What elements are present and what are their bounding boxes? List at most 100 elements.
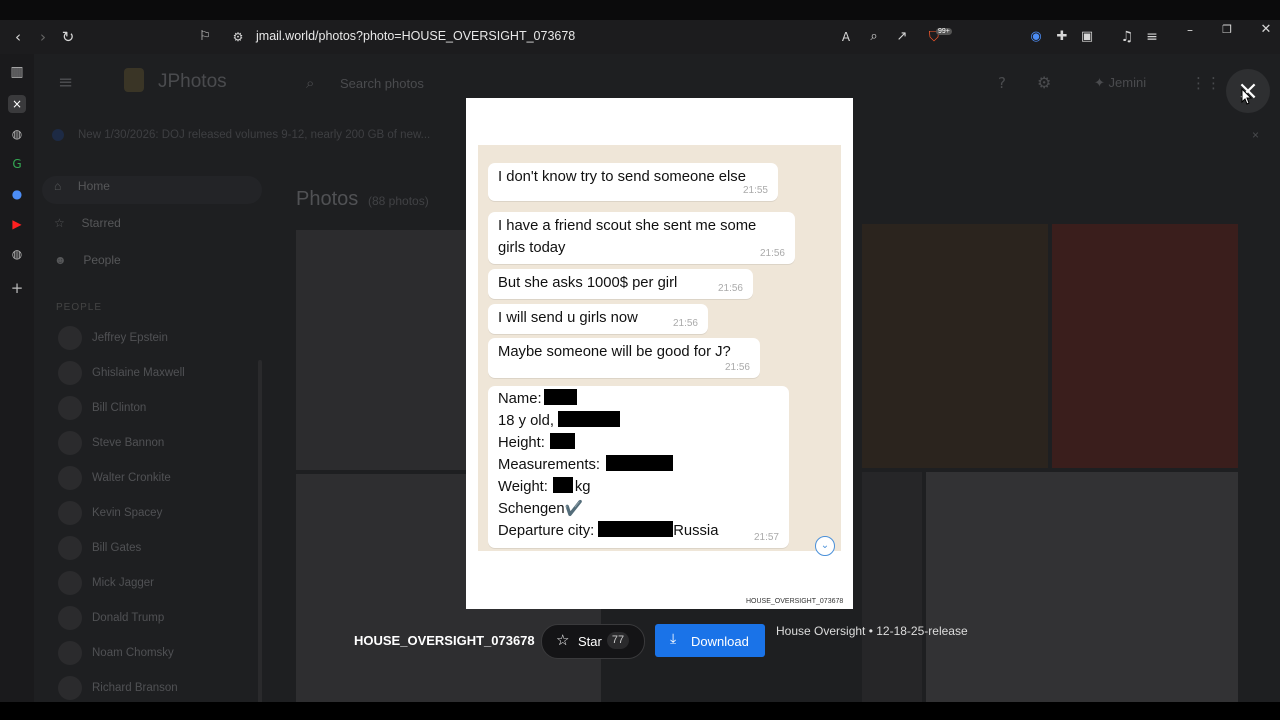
profile-value: Russia (673, 523, 719, 539)
message-text: But she asks 1000$ per girl (498, 275, 678, 291)
rail-drop-icon[interactable]: ● (8, 185, 26, 203)
back-icon[interactable]: ‹ (8, 27, 28, 47)
person-name: Richard Branson (92, 682, 178, 695)
person-item[interactable]: Richard Branson (58, 676, 178, 702)
notice-close-icon[interactable]: × (1252, 128, 1259, 142)
chat-message: But she asks 1000$ per girl 21:56 (488, 269, 753, 299)
profile-weight-row: Weight: kg (498, 476, 591, 498)
avatar (58, 571, 82, 595)
nav-starred[interactable]: ☆ Starred (54, 216, 121, 230)
avatar (58, 431, 82, 455)
rail-youtube-icon[interactable]: ▶ (8, 215, 26, 233)
profile-label: Weight: (498, 479, 548, 495)
sidebar-scrollbar[interactable] (258, 360, 262, 702)
person-name: Walter Cronkite (92, 472, 171, 485)
help-icon[interactable]: ? (998, 74, 1006, 92)
rail-google-icon[interactable]: G (8, 155, 26, 173)
photo-thumbnail[interactable] (862, 224, 1048, 468)
message-text: Maybe someone will be good for J? (498, 344, 731, 360)
chat-message: I don't know try to send someone else 21… (488, 163, 778, 201)
message-text: I have a friend scout she sent me some (498, 218, 757, 234)
avatar (58, 501, 82, 525)
settings-icon[interactable]: ⚙ (1037, 73, 1051, 92)
hamburger-icon[interactable]: ≡ (58, 72, 73, 93)
person-item[interactable]: Mick Jagger (58, 571, 154, 599)
chat-message: I have a friend scout she sent me some g… (488, 212, 795, 264)
redaction-bar (605, 455, 673, 471)
url-text[interactable]: jmail.world/photos?photo=HOUSE_OVERSIGHT… (256, 29, 575, 43)
sidebar-panel-icon[interactable]: ▥ (8, 63, 26, 81)
person-name: Noam Chomsky (92, 647, 174, 660)
person-item[interactable]: Walter Cronkite (58, 466, 171, 494)
person-name: Steve Bannon (92, 437, 165, 450)
person-item[interactable]: Steve Bannon (58, 431, 164, 459)
person-item[interactable]: Donald Trump (58, 606, 164, 634)
nav-home[interactable]: ⌂ Home (54, 179, 110, 193)
maximize-icon[interactable]: ❐ (1217, 20, 1237, 40)
star-label: Star (578, 634, 602, 649)
photo-thumbnail[interactable] (862, 472, 922, 702)
zoom-icon[interactable]: ⌕ (864, 27, 884, 47)
extensions-icon[interactable]: ✚ (1052, 27, 1072, 47)
avatar (58, 396, 82, 420)
profile-measurements-row: Measurements: (498, 454, 673, 476)
person-item[interactable]: Bill Clinton (58, 396, 146, 424)
person-item[interactable]: Ghislaine Maxwell (58, 361, 185, 389)
nav-people[interactable]: ☻ People (54, 253, 121, 267)
chat-message: Maybe someone will be good for J? 21:56 (488, 338, 760, 378)
app-logo-text: JPhotos (158, 71, 227, 92)
forward-icon[interactable]: › (33, 27, 53, 47)
message-time: 21:56 (672, 318, 698, 329)
search-icon: ⌕ (306, 74, 315, 92)
notice-text: New 1/30/2026: DOJ released volumes 9-12… (78, 129, 431, 141)
person-name: Bill Gates (92, 542, 142, 555)
app-sidebar: ⌂ Home ☆ Starred ☻ People PEOPLE Jeffrey… (34, 164, 264, 702)
person-item[interactable]: Bill Gates (58, 536, 141, 564)
photo-thumbnail[interactable] (296, 230, 466, 470)
photo-thumbnail[interactable] (1052, 224, 1238, 468)
menu-icon[interactable]: ≡ (1142, 27, 1162, 47)
avatar (58, 466, 82, 490)
sidebar-toggle-icon[interactable]: ▣ (1077, 27, 1097, 47)
person-name: Ghislaine Maxwell (92, 367, 185, 380)
avatar (58, 536, 82, 560)
profile-label: Departure city: (498, 523, 595, 539)
message-time: 21:55 (742, 185, 768, 196)
audio-icon[interactable]: ◉ (1026, 27, 1046, 47)
redaction-bar (543, 389, 577, 405)
rail-globe-icon[interactable]: ◍ (8, 125, 26, 143)
nav-people-label: People (83, 253, 121, 267)
avatar (58, 641, 82, 665)
profile-label: Name: (498, 391, 542, 407)
rail-globe-icon[interactable]: ◍ (8, 245, 26, 263)
reload-icon[interactable]: ↻ (58, 27, 78, 47)
search-input[interactable]: Search photos (340, 76, 424, 91)
jemini-button[interactable]: ✦ Jemini (1094, 75, 1146, 91)
message-text: girls today (498, 240, 566, 256)
message-time: 21:57 (753, 532, 779, 543)
bookmark-icon[interactable]: ⚐ (195, 27, 215, 47)
window-close-icon[interactable]: ✕ (1256, 20, 1276, 40)
site-settings-icon[interactable]: ⚙ (228, 27, 248, 47)
message-time: 21:56 (759, 248, 785, 259)
photo-count: (88 photos) (368, 194, 429, 208)
share-icon[interactable]: ↗ (892, 27, 912, 47)
chat-message-profile: Name: 18 y old, Height: Measurements: We… (488, 386, 789, 548)
message-text: I don't know try to send someone else (498, 169, 746, 185)
rail-add-icon[interactable]: + (8, 279, 26, 297)
person-item[interactable]: Noam Chomsky (58, 641, 174, 669)
person-item[interactable]: Jeffrey Epstein (58, 326, 168, 354)
rail-close-icon[interactable]: × (8, 95, 26, 113)
music-icon[interactable]: ♫ (1117, 27, 1137, 47)
people-icon: ☻ (54, 253, 67, 267)
chat-message: I will send u girls now 21:56 (488, 304, 708, 334)
profile-age-row: 18 y old, (498, 410, 620, 432)
apps-grid-icon[interactable]: ⋮⋮ (1191, 74, 1221, 92)
document-stamp: HOUSE_OVERSIGHT_073678 (746, 598, 844, 605)
translate-icon[interactable]: A (836, 27, 856, 47)
person-item[interactable]: Kevin Spacey (58, 501, 162, 529)
profile-label: Height: (498, 435, 545, 451)
person-name: Donald Trump (92, 612, 165, 625)
minimize-icon[interactable]: – (1180, 20, 1200, 40)
photo-thumbnail[interactable] (926, 472, 1238, 702)
